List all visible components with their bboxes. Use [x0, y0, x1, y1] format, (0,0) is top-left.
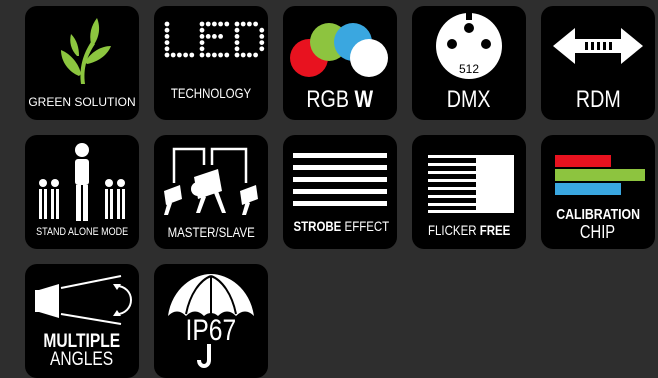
- led-dot: [164, 34, 170, 39]
- led-dot: [224, 21, 230, 27]
- led-dot: [247, 52, 252, 58]
- led-dot: [183, 52, 188, 58]
- led-dot: [164, 46, 170, 52]
- led-dot: [218, 21, 223, 27]
- led-technology-label: TECHNOLOGY: [170, 85, 252, 101]
- led-dot: [199, 46, 205, 52]
- led-dot: [177, 52, 182, 58]
- led-dot: [170, 52, 176, 58]
- led-dot: [164, 52, 170, 58]
- led-dot: [199, 40, 205, 45]
- led-dot: [218, 34, 223, 39]
- led-dot: [259, 46, 265, 52]
- calibration-label-line2: CHIP: [580, 222, 616, 242]
- stand-alone-tile: STAND ALONE MODE: [25, 135, 139, 249]
- led-dot: [234, 27, 240, 33]
- led-dot: [199, 27, 205, 33]
- led-dot: [247, 21, 252, 27]
- strobe-effect-tile: STROBE EFFECT: [283, 135, 397, 249]
- flicker-free-tile: FLICKER FREE: [412, 135, 526, 249]
- led-dot: [253, 52, 258, 58]
- led-dot: [212, 52, 217, 58]
- calibration-chip-tile: CALIBRATION CHIP: [541, 135, 655, 249]
- led-dot: [234, 34, 240, 39]
- led-dot: [253, 21, 258, 27]
- led-dot: [205, 34, 211, 39]
- led-dot: [199, 21, 205, 27]
- led-dot: [240, 52, 246, 58]
- dmx-tile: 512 DMX: [412, 6, 526, 120]
- green-solution-tile: GREEN SOLUTION: [25, 6, 139, 120]
- led-dot-letters-icon: [164, 21, 265, 58]
- led-dot: [212, 34, 217, 39]
- led-dot: [199, 52, 205, 58]
- led-dot: [259, 34, 265, 39]
- led-technology-tile: TECHNOLOGY: [154, 6, 268, 120]
- led-dot: [199, 34, 205, 39]
- master-slave-label: MASTER/SLAVE: [167, 224, 255, 240]
- led-dot: [164, 27, 170, 33]
- led-dot: [212, 21, 217, 27]
- led-dot: [164, 40, 170, 45]
- master-slave-tile: MASTER/SLAVE: [154, 135, 268, 249]
- multiple-angles-label-line2: ANGLES: [50, 349, 114, 370]
- led-dot: [234, 40, 240, 45]
- led-letter-d: [234, 21, 265, 58]
- white-circle: [350, 39, 388, 77]
- led-dot: [234, 46, 240, 52]
- led-dot: [164, 21, 170, 27]
- led-dot: [259, 27, 265, 33]
- rgbw-tile: RGB W: [283, 6, 397, 120]
- led-letter-e: [199, 21, 230, 58]
- stand-alone-label: STAND ALONE MODE: [35, 226, 129, 238]
- led-letter-l: [164, 21, 195, 58]
- multiple-angles-tile: MULTIPLE ANGLES: [25, 264, 139, 378]
- dmx-512-text: 512: [458, 62, 480, 76]
- blue-bar: [555, 183, 621, 195]
- led-dot: [234, 52, 240, 58]
- led-dot: [240, 21, 246, 27]
- rdm-label: RDM: [575, 86, 621, 113]
- green-solution-label: GREEN SOLUTION: [28, 95, 136, 109]
- green-bar: [555, 169, 645, 181]
- strobe-effect-label: STROBE EFFECT: [293, 218, 390, 234]
- rgbw-label: RGB W: [306, 86, 374, 113]
- calibration-label-line1: CALIBRATION: [556, 206, 640, 223]
- dmx-label: DMX: [447, 86, 491, 113]
- red-bar: [555, 155, 611, 167]
- led-dot: [205, 21, 211, 27]
- led-dot: [259, 40, 265, 45]
- led-dot: [224, 52, 230, 58]
- ip67-label: IP67: [185, 314, 237, 347]
- led-dot: [218, 52, 223, 58]
- led-dot: [234, 21, 240, 27]
- led-dot: [205, 52, 211, 58]
- flicker-free-label: FLICKER FREE: [427, 222, 511, 238]
- ip67-tile: IP67: [154, 264, 268, 378]
- led-dot: [189, 52, 195, 58]
- rdm-tile: RDM: [541, 6, 655, 120]
